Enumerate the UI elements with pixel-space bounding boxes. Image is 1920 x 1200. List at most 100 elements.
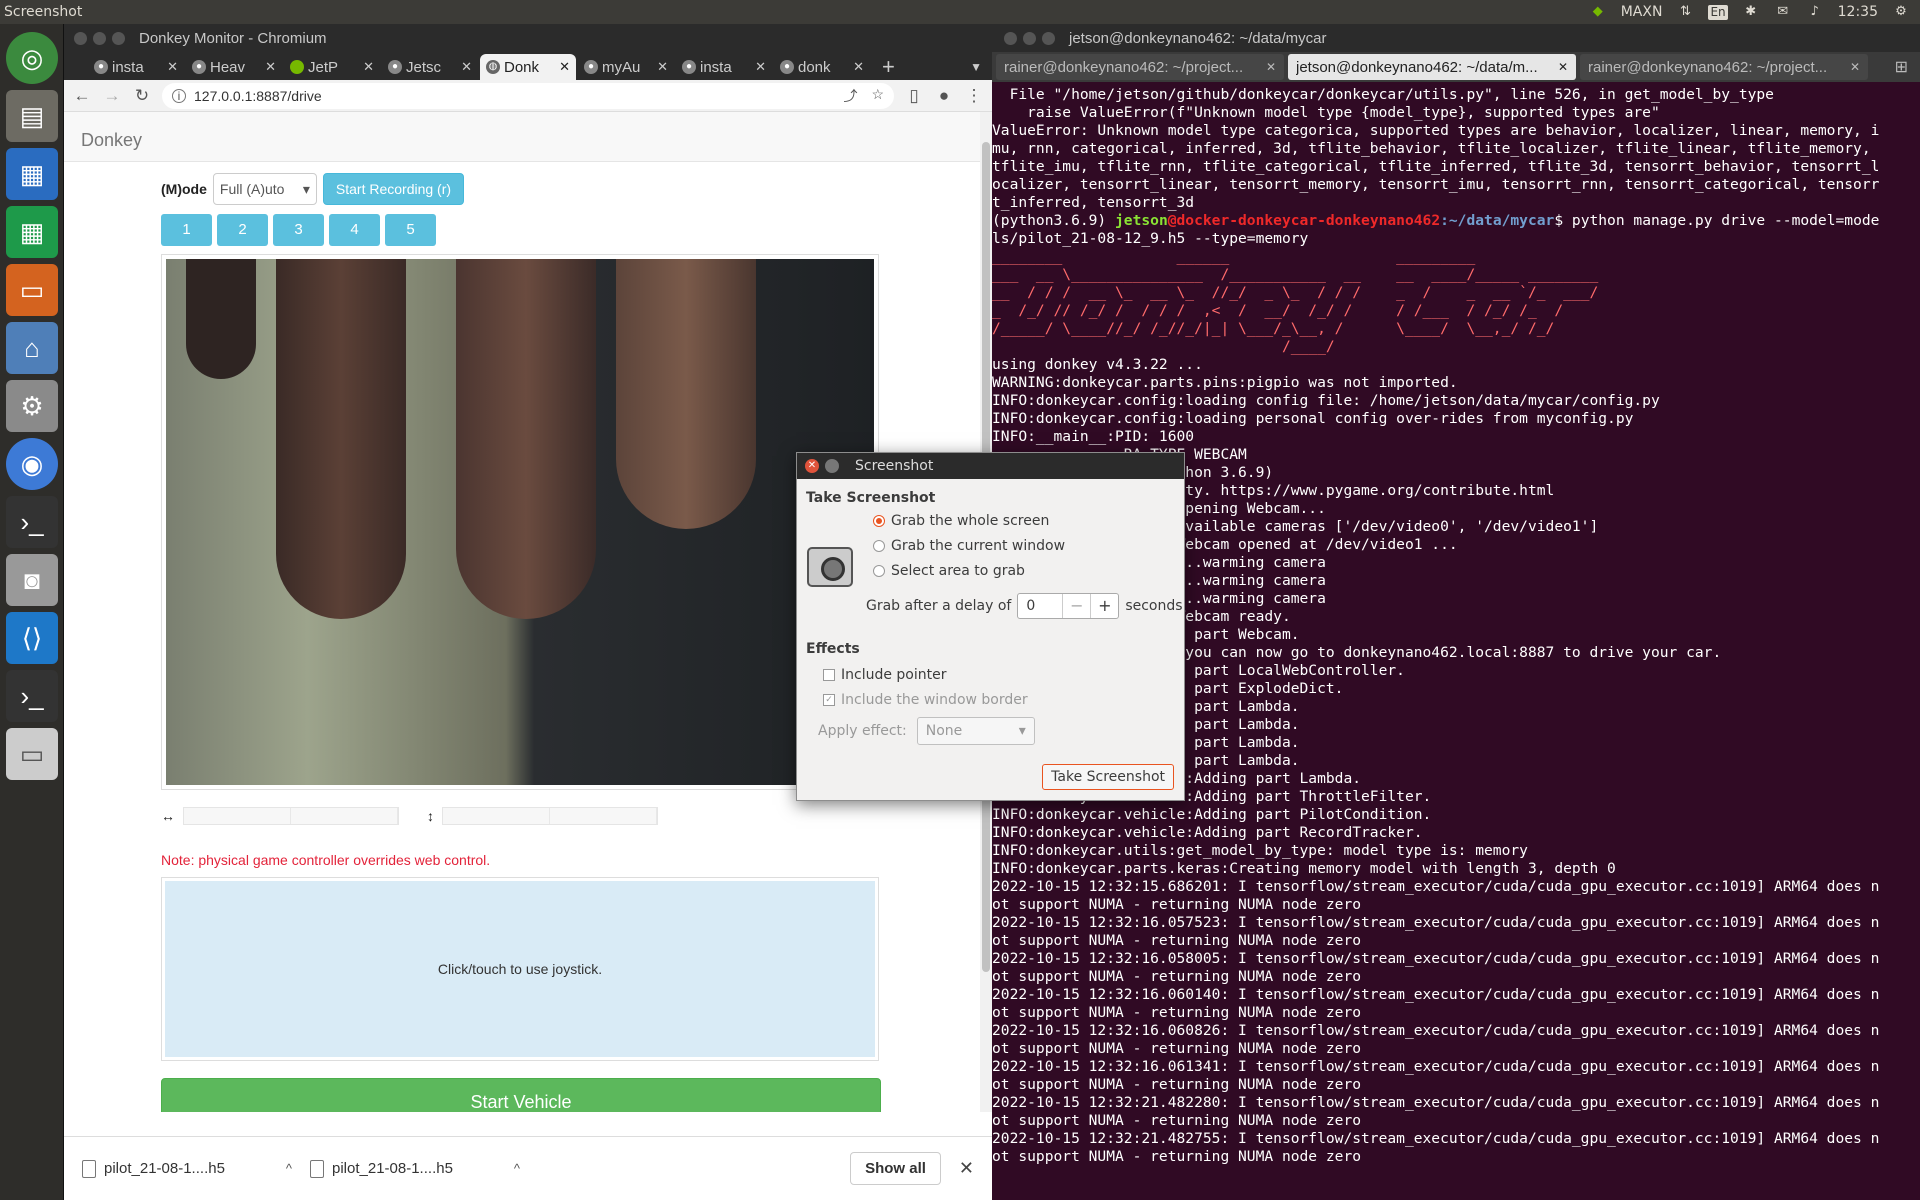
browser-tab[interactable]: ● insta ✕ [676,54,772,80]
plus-icon[interactable]: + [1090,594,1118,618]
star-icon[interactable]: ☆ [871,86,884,106]
bluetooth-icon[interactable]: ✱ [1742,4,1760,20]
chevron-down-icon[interactable]: ▼ [970,54,982,80]
close-tab-icon[interactable]: ✕ [853,59,864,75]
close-tab-icon[interactable]: ✕ [167,59,178,75]
browser-tab[interactable]: ● Heav ✕ [186,54,282,80]
close-tab-icon[interactable]: ✕ [559,59,570,75]
controller-note: Note: physical game controller overrides… [161,852,491,868]
side-panel-icon[interactable]: ▯ [904,86,924,106]
software-icon[interactable]: ⌂ [6,322,58,374]
terminal-icon[interactable]: ›_ [6,496,58,548]
preset-button-5[interactable]: 5 [385,214,436,246]
terminal-tab[interactable]: rainer@donkeynano462: ~/project... ✕ [1580,54,1868,80]
browser-tab[interactable]: ● donk ✕ [774,54,870,80]
volume-icon[interactable]: ♪ [1806,4,1824,20]
radio-button[interactable] [873,515,885,527]
browser-tab[interactable]: ● insta ✕ [88,54,184,80]
chevron-up-icon[interactable]: ^ [514,1161,520,1176]
download-item[interactable]: pilot_21-08-1....h5 ^ [310,1159,520,1178]
keyboard-layout[interactable]: En [1708,4,1728,20]
start-vehicle-button[interactable]: Start Vehicle [161,1078,881,1112]
minimize-icon[interactable] [825,459,839,473]
network-icon[interactable]: ⇅ [1676,4,1694,20]
include-pointer-checkbox[interactable]: Include pointer [823,667,947,683]
terminal-tab[interactable]: rainer@donkeynano462: ~/project... ✕ [996,54,1284,80]
ubuntu-dash-icon[interactable]: ◎ [6,32,58,84]
close-tab-icon[interactable]: ✕ [461,59,472,75]
chevron-up-icon[interactable]: ^ [286,1161,292,1176]
terminal-tab-active[interactable]: jetson@donkeynano462: ~/data/m... ✕ [1288,54,1576,80]
preset-button-3[interactable]: 3 [273,214,324,246]
share-icon[interactable]: ⤴ [843,86,857,106]
radio-button[interactable] [873,565,885,577]
reload-icon[interactable]: ↻ [132,86,152,106]
chromium-icon[interactable]: ◉ [6,438,58,490]
browser-tab[interactable]: ● Jetsc ✕ [382,54,478,80]
checkbox-checked: ✓ [823,694,835,706]
delay-value[interactable]: 0 [1018,594,1062,618]
joystick-area[interactable]: Click/touch to use joystick. [161,877,879,1061]
info-icon[interactable]: i [172,88,186,103]
maximize-window-button[interactable] [112,31,125,45]
window-title: Donkey Monitor - Chromium [139,29,327,47]
show-all-button[interactable]: Show all [850,1152,941,1185]
vscode-icon[interactable]: ⟨⟩ [6,612,58,664]
back-icon[interactable]: ← [72,86,92,106]
close-window-button[interactable] [74,31,87,45]
delay-spinner[interactable]: 0 − + [1017,593,1120,619]
preset-button-4[interactable]: 4 [329,214,380,246]
radio-whole-screen[interactable]: Grab the whole screen [873,513,1049,529]
terminal-icon[interactable]: ›_ [6,670,58,722]
profile-icon[interactable]: ● [934,86,954,106]
power-mode[interactable]: MAXN [1621,4,1663,20]
close-tab-icon[interactable]: ✕ [1558,60,1568,74]
close-icon[interactable]: ✕ [805,459,819,473]
close-window-button[interactable] [1004,31,1017,45]
radio-current-window[interactable]: Grab the current window [873,538,1065,554]
github-icon: ● [192,60,206,74]
close-tab-icon[interactable]: ✕ [363,59,374,75]
close-tab-icon[interactable]: ✕ [657,59,668,75]
menu-icon[interactable]: ⋮ [964,86,984,106]
nvidia-icon[interactable]: ◆ [1589,4,1607,20]
files-icon[interactable]: ▤ [6,90,58,142]
take-screenshot-button[interactable]: Take Screenshot [1042,764,1174,790]
close-tab-icon[interactable]: ✕ [1850,60,1860,74]
close-tab-icon[interactable]: ✕ [755,59,766,75]
calc-icon[interactable]: ▦ [6,206,58,258]
preset-button-2[interactable]: 2 [217,214,268,246]
minimize-window-button[interactable] [93,31,106,45]
mode-select[interactable]: Full (A)uto ▾ [212,173,317,205]
checkbox[interactable] [823,669,835,681]
radio-button[interactable] [873,540,885,552]
forward-icon[interactable]: → [102,86,122,106]
clock[interactable]: 12:35 [1838,4,1878,20]
site-brand[interactable]: Donkey [81,130,142,150]
drive-icon[interactable]: ▭ [6,728,58,780]
close-tab-icon[interactable]: ✕ [265,59,276,75]
minimize-window-button[interactable] [1023,31,1036,45]
mail-icon[interactable]: ✉ [1774,4,1792,20]
minus-icon[interactable]: − [1062,594,1090,618]
impress-icon[interactable]: ▭ [6,264,58,316]
close-icon[interactable]: ✕ [959,1158,974,1179]
screenshot-icon[interactable]: ◙ [6,554,58,606]
settings-icon[interactable]: ⚙ [6,380,58,432]
download-item[interactable]: pilot_21-08-1....h5 ^ [82,1159,292,1178]
browser-tab[interactable]: JetP ✕ [284,54,380,80]
start-recording-button[interactable]: Start Recording (r) [322,173,465,205]
browser-tab-active[interactable]: ◍ Donk ✕ [480,54,576,80]
radio-select-area[interactable]: Select area to grab [873,563,1025,579]
maximize-window-button[interactable] [1042,31,1055,45]
address-bar[interactable]: i 127.0.0.1:8887/drive ⤴ ☆ [162,82,894,109]
terminal-line: WARNING:donkeycar.parts.pins:pigpio was … [992,374,1458,391]
browser-tab[interactable]: ● myAu ✕ [578,54,674,80]
writer-icon[interactable]: ▦ [6,148,58,200]
new-tab-button[interactable]: + [882,54,895,80]
chevron-down-icon: ▾ [302,180,310,197]
new-terminal-tab-icon[interactable]: ⊞ [1895,57,1916,77]
close-tab-icon[interactable]: ✕ [1266,60,1276,74]
preset-button-1[interactable]: 1 [161,214,212,246]
gear-icon[interactable]: ⚙ [1892,4,1910,20]
